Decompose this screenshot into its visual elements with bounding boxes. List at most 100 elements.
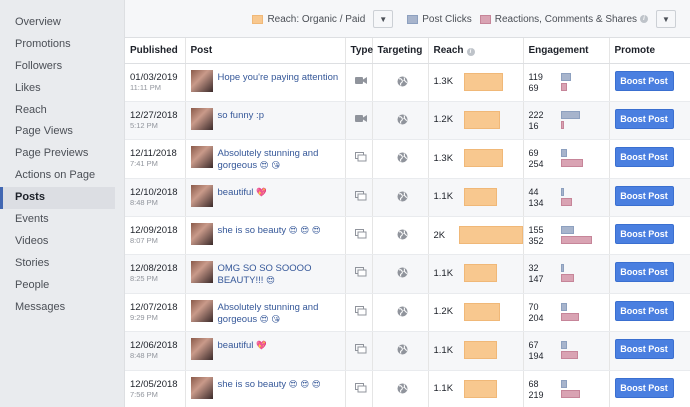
targeting-cell bbox=[372, 178, 429, 218]
post-clicks-value: 69 bbox=[528, 148, 539, 159]
post-date: 12/10/2018 bbox=[130, 186, 178, 198]
globe-icon bbox=[378, 72, 428, 87]
published-cell: 12/11/2018 7:41 PM bbox=[125, 139, 186, 179]
post-link[interactable]: OMG SO SO SOOOO BEAUTY!!! 😍 bbox=[218, 263, 345, 287]
reactions-bar[interactable] bbox=[560, 159, 584, 168]
sidebar-item-events[interactable]: Events bbox=[0, 209, 115, 231]
post-clicks-bar[interactable] bbox=[560, 149, 567, 158]
post-clicks-bar[interactable] bbox=[560, 264, 564, 273]
boost-post-button[interactable]: Boost Post bbox=[614, 70, 674, 91]
post-thumbnail[interactable] bbox=[190, 184, 213, 207]
post-thumbnail[interactable] bbox=[190, 223, 213, 246]
col-type[interactable]: Type bbox=[345, 38, 373, 64]
post-link[interactable]: so funny :p bbox=[218, 110, 264, 122]
reactions-bar[interactable] bbox=[560, 236, 593, 245]
boost-post-button[interactable]: Boost Post bbox=[614, 108, 674, 129]
reactions-bar[interactable] bbox=[560, 274, 574, 283]
reactions-value: 134 bbox=[528, 197, 544, 208]
reactions-bar[interactable] bbox=[560, 82, 567, 91]
engagement-cell: 222 16 bbox=[523, 101, 610, 141]
col-published[interactable]: Published bbox=[125, 38, 186, 64]
sidebar-item-reach[interactable]: Reach bbox=[0, 100, 115, 122]
post-date: 12/05/2018 bbox=[130, 378, 178, 390]
metric-dropdown-button-2[interactable]: ▼ bbox=[656, 10, 676, 28]
sidebar-item-people[interactable]: People bbox=[0, 275, 115, 297]
sidebar-item-promotions[interactable]: Promotions bbox=[0, 34, 115, 56]
post-thumbnail[interactable] bbox=[190, 261, 213, 284]
sidebar-item-likes[interactable]: Likes bbox=[0, 78, 115, 100]
post-thumbnail[interactable] bbox=[190, 338, 213, 361]
sidebar-item-overview[interactable]: Overview bbox=[0, 12, 115, 34]
post-link[interactable]: she is so beauty 😍 😍 😍 bbox=[218, 225, 321, 237]
post-clicks-bar[interactable] bbox=[560, 72, 572, 81]
post-thumbnail[interactable] bbox=[190, 299, 213, 322]
post-link[interactable]: Hope you're paying attention bbox=[218, 72, 339, 84]
published-cell: 12/10/2018 8:48 PM bbox=[125, 178, 186, 218]
sidebar-item-actions-on-page[interactable]: Actions on Page bbox=[0, 165, 115, 187]
post-clicks-value: 70 bbox=[528, 301, 539, 312]
sidebar-item-page-previews[interactable]: Page Previews bbox=[0, 143, 115, 165]
post-thumbnail[interactable] bbox=[190, 107, 213, 130]
sidebar-item-posts[interactable]: Posts bbox=[0, 187, 115, 210]
published-cell: 12/09/2018 8:07 PM bbox=[125, 216, 186, 256]
engagement-cell: 70 204 bbox=[523, 293, 610, 333]
sidebar-item-videos[interactable]: Videos bbox=[0, 231, 115, 253]
reach-bar[interactable] bbox=[458, 226, 523, 245]
post-link[interactable]: Absolutely stunning and gorgeous 😍 😘 bbox=[218, 302, 345, 326]
reactions-bar[interactable] bbox=[560, 197, 573, 206]
info-icon[interactable]: i bbox=[640, 15, 648, 23]
reach-bar[interactable] bbox=[463, 149, 503, 168]
col-reach[interactable]: Reach i bbox=[428, 38, 524, 64]
post-link[interactable]: beautiful 💖 bbox=[218, 187, 267, 199]
boost-post-button[interactable]: Boost Post bbox=[614, 377, 674, 398]
post-clicks-bar[interactable] bbox=[560, 187, 565, 196]
post-link[interactable]: Absolutely stunning and gorgeous 😍 😘 bbox=[218, 148, 345, 172]
col-engagement[interactable]: Engagement bbox=[523, 38, 610, 64]
reactions-value: 254 bbox=[528, 159, 544, 170]
post-cell: beautiful 💖 bbox=[185, 178, 346, 218]
reactions-bar[interactable] bbox=[560, 120, 564, 129]
post-thumbnail[interactable] bbox=[190, 376, 213, 399]
reach-cell: 1.3K bbox=[428, 139, 524, 179]
post-link[interactable]: beautiful 💖 bbox=[218, 340, 267, 352]
targeting-cell bbox=[372, 216, 429, 256]
reactions-bar[interactable] bbox=[560, 351, 578, 360]
reach-bar[interactable] bbox=[463, 302, 501, 321]
boost-post-button[interactable]: Boost Post bbox=[614, 185, 674, 206]
post-clicks-bar[interactable] bbox=[560, 379, 567, 388]
reach-bar[interactable] bbox=[463, 341, 498, 360]
post-thumbnail[interactable] bbox=[190, 146, 213, 169]
post-clicks-bar[interactable] bbox=[560, 110, 580, 119]
post-time: 7:41 PM bbox=[130, 159, 158, 169]
post-text: beautiful bbox=[217, 186, 254, 198]
boost-post-button[interactable]: Boost Post bbox=[614, 262, 674, 283]
sidebar-item-messages[interactable]: Messages bbox=[0, 297, 115, 319]
post-clicks-value: 119 bbox=[528, 71, 543, 82]
post-clicks-bar[interactable] bbox=[560, 302, 567, 311]
post-thumbnail[interactable] bbox=[190, 69, 213, 92]
boost-post-button[interactable]: Boost Post bbox=[614, 300, 674, 321]
boost-post-button[interactable]: Boost Post bbox=[614, 224, 674, 245]
reach-bar[interactable] bbox=[463, 72, 503, 91]
sidebar-item-page-views[interactable]: Page Views bbox=[0, 121, 115, 143]
reach-bar[interactable] bbox=[463, 110, 501, 129]
col-targeting[interactable]: Targeting bbox=[372, 38, 429, 64]
reactions-bar[interactable] bbox=[560, 312, 579, 321]
boost-post-button[interactable]: Boost Post bbox=[614, 339, 674, 360]
post-clicks-value: 44 bbox=[528, 186, 539, 197]
post-clicks-bar[interactable] bbox=[560, 226, 575, 235]
targeting-cell bbox=[372, 139, 429, 179]
sidebar-item-stories[interactable]: Stories bbox=[0, 253, 115, 275]
reactions-bar[interactable] bbox=[560, 389, 580, 398]
reach-bar[interactable] bbox=[463, 264, 498, 283]
post-clicks-bar[interactable] bbox=[560, 341, 567, 350]
info-icon[interactable]: i bbox=[466, 47, 475, 56]
reach-bar[interactable] bbox=[463, 187, 498, 206]
post-link[interactable]: she is so beauty 😍 😍 😍 bbox=[218, 379, 321, 391]
reach-bar[interactable] bbox=[463, 379, 498, 398]
metric-dropdown-button[interactable]: ▼ bbox=[373, 10, 394, 28]
boost-post-button[interactable]: Boost Post bbox=[614, 147, 674, 168]
col-post[interactable]: Post bbox=[185, 38, 346, 64]
promote-cell: Boost Post bbox=[609, 101, 690, 141]
sidebar-item-followers[interactable]: Followers bbox=[0, 56, 115, 78]
